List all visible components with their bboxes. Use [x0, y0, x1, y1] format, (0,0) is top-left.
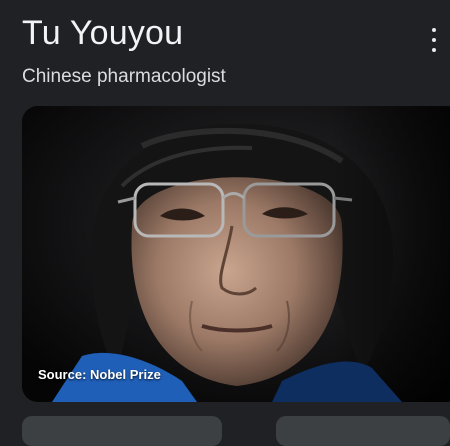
related-chip[interactable] [276, 416, 450, 446]
portrait-illustration [22, 106, 450, 402]
related-chip[interactable] [22, 416, 222, 446]
more-dot [432, 38, 436, 42]
more-options-icon[interactable] [424, 28, 444, 52]
more-dot [432, 48, 436, 52]
more-dot [432, 28, 436, 32]
page-subtitle: Chinese pharmacologist [22, 66, 226, 87]
image-source-caption: Source: Nobel Prize [38, 367, 161, 382]
portrait-image[interactable]: Source: Nobel Prize [22, 106, 450, 402]
page-title: Tu Youyou [22, 14, 184, 52]
